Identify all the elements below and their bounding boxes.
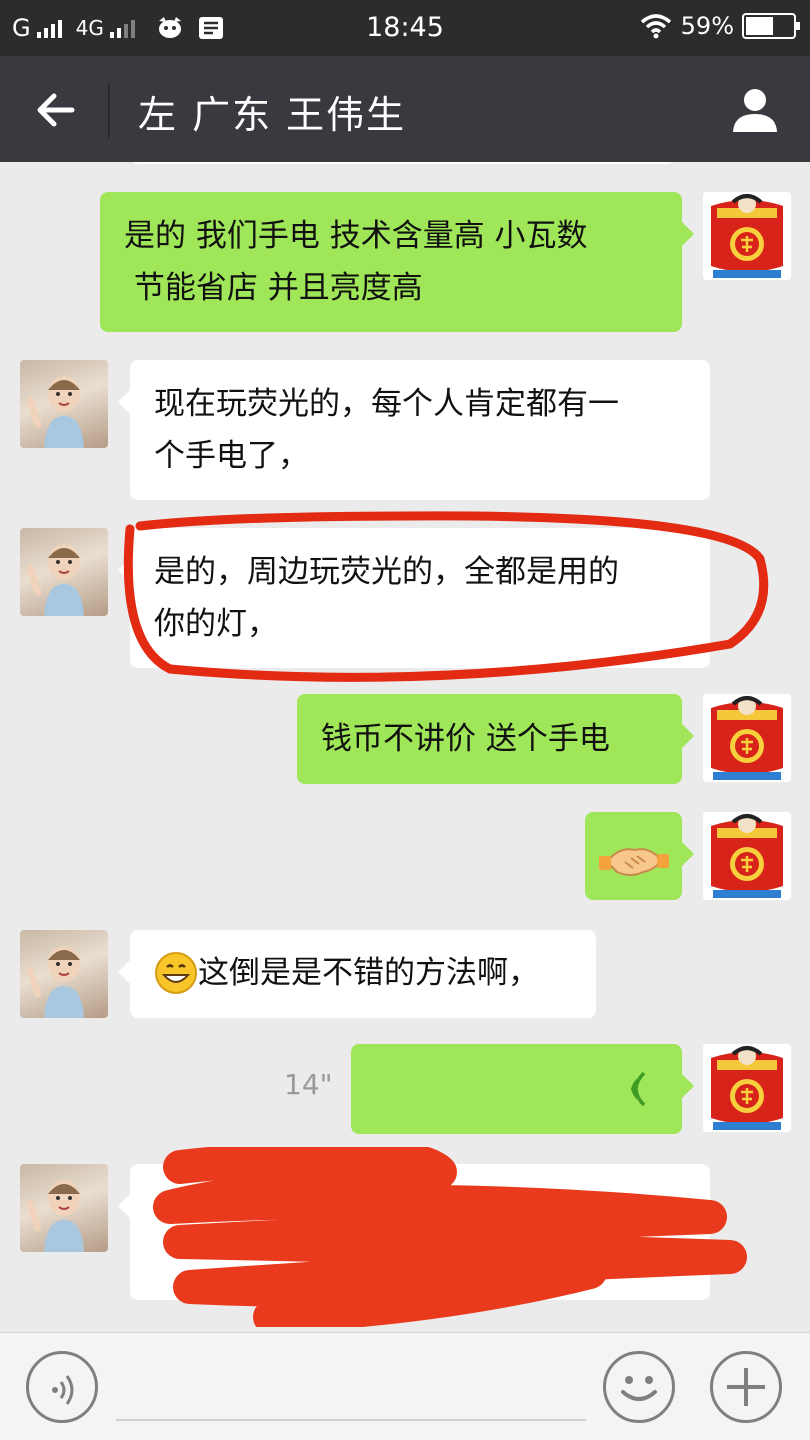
god-of-wealth-icon xyxy=(703,812,791,900)
god-of-wealth-icon xyxy=(703,192,791,280)
message-text: 个手电了， xyxy=(154,438,309,474)
emoji-button[interactable] xyxy=(603,1351,675,1423)
message-bubble-out[interactable] xyxy=(585,812,694,900)
redaction-scribble xyxy=(153,1147,747,1327)
message-bubble-out[interactable]: 钱币不讲价 送个手电 xyxy=(297,694,694,784)
god-of-wealth-icon xyxy=(703,694,791,782)
god-of-wealth-icon xyxy=(703,1044,791,1132)
baby-photo-icon xyxy=(26,544,84,616)
voice-toggle-icon xyxy=(52,1375,74,1405)
message-text: 这倒是是不错的方法啊， xyxy=(198,955,539,991)
voice-wave-icon xyxy=(631,1071,646,1107)
message-bubble-in[interactable]: 现在玩荧光的，每个人肯定都有一 个手电了， xyxy=(118,360,710,500)
voice-message-bubble[interactable] xyxy=(351,1044,694,1134)
message-bubble-out[interactable]: 是的 我们手电 技术含量高 小瓦数 节能省店 并且亮度高 xyxy=(100,192,694,332)
person-icon[interactable] xyxy=(730,84,780,134)
battery-icon xyxy=(742,13,800,39)
my-avatar[interactable] xyxy=(703,1044,791,1132)
baby-photo-icon xyxy=(26,1180,84,1252)
status-bar: G 4G 18:45 59% xyxy=(0,0,810,56)
baby-photo-icon xyxy=(26,946,84,1018)
chat-area[interactable]: 是的 我们手电 技术含量高 小瓦数 节能省店 并且亮度高 现在玩荧光的，每个人肯… xyxy=(0,162,810,1332)
chat-header: 左 广东 王伟生 xyxy=(0,56,810,162)
my-avatar[interactable] xyxy=(703,192,791,280)
emoji-icon xyxy=(621,1376,657,1401)
message-text: 是的 我们手电 技术含量高 小瓦数 xyxy=(124,218,588,254)
baby-photo-icon xyxy=(26,376,84,448)
header-divider xyxy=(108,82,110,138)
chat-title: 左 广东 王伟生 xyxy=(138,93,407,137)
message-text: 钱币不讲价 送个手电 xyxy=(321,721,610,757)
battery-percent: 59% xyxy=(680,12,734,40)
my-avatar[interactable] xyxy=(703,694,791,782)
message-text: 节能省店 并且亮度高 xyxy=(124,270,423,306)
contact-avatar[interactable] xyxy=(20,528,108,616)
contact-avatar[interactable] xyxy=(20,360,108,448)
previous-message-edge xyxy=(130,162,675,164)
arrow-left-icon[interactable] xyxy=(32,86,80,134)
battery-fill xyxy=(746,17,774,35)
voice-toggle-button[interactable] xyxy=(26,1351,98,1423)
input-bar xyxy=(0,1332,810,1440)
handshake-emoji xyxy=(599,848,669,876)
message-input[interactable] xyxy=(116,1419,586,1421)
red-circle-highlight xyxy=(123,511,769,682)
contact-avatar[interactable] xyxy=(20,1164,108,1252)
status-right: 59% xyxy=(639,12,800,40)
my-avatar[interactable] xyxy=(703,812,791,900)
contact-avatar[interactable] xyxy=(20,930,108,1018)
voice-duration: 14" xyxy=(284,1068,333,1101)
grinning-emoji xyxy=(155,952,197,994)
plus-button[interactable] xyxy=(710,1351,782,1423)
plus-icon xyxy=(727,1368,765,1406)
message-bubble-in[interactable]: 这倒是是不错的方法啊， xyxy=(118,930,596,1018)
wifi-icon xyxy=(640,14,671,39)
message-text: 现在玩荧光的，每个人肯定都有一 xyxy=(154,386,619,422)
